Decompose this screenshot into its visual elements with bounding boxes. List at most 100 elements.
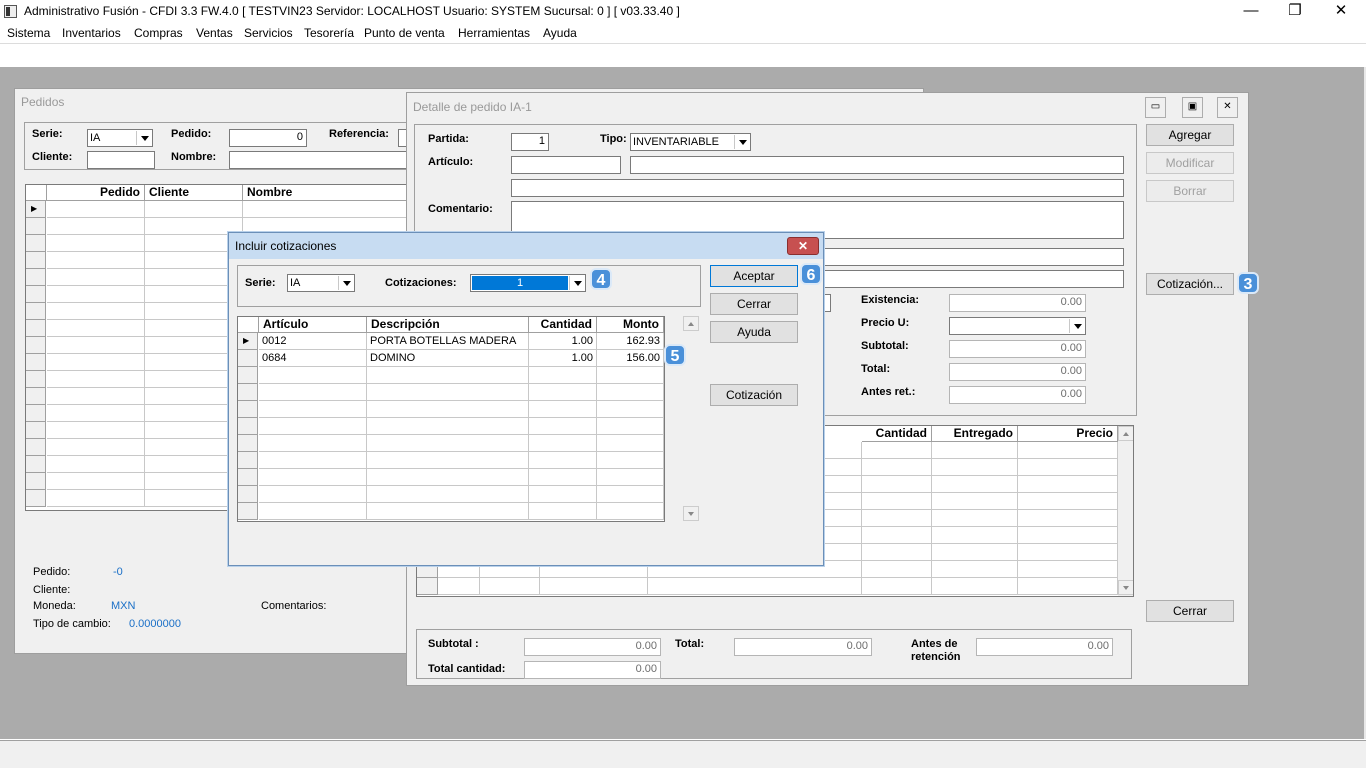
detalle-restore-button[interactable]: ▣ (1182, 97, 1203, 118)
col-cantidad[interactable]: Cantidad (862, 426, 932, 442)
table-cell[interactable] (862, 561, 932, 578)
menu-herramientas[interactable]: Herramientas (458, 26, 530, 40)
table-cell[interactable] (47, 337, 145, 354)
row-header[interactable] (417, 578, 438, 595)
table-cell[interactable] (529, 452, 597, 469)
menu-ventas[interactable]: Ventas (196, 26, 233, 40)
articulo-desc-input[interactable] (630, 156, 1124, 174)
pedido-input[interactable]: 0 (229, 129, 307, 147)
table-cell[interactable] (932, 476, 1018, 493)
row-header[interactable] (26, 303, 46, 320)
table-cell[interactable] (932, 459, 1018, 476)
menu-sistema[interactable]: Sistema (7, 26, 50, 40)
table-cell[interactable] (597, 367, 664, 384)
menu-compras[interactable]: Compras (134, 26, 183, 40)
subtotal-input[interactable]: 0.00 (949, 340, 1086, 358)
table-cell[interactable] (47, 490, 145, 507)
table-cell[interactable] (597, 503, 664, 520)
table-cell[interactable] (47, 422, 145, 439)
menu-tesoreria[interactable]: Tesorería (304, 26, 354, 40)
table-cell[interactable] (47, 201, 145, 218)
menu-inventarios[interactable]: Inventarios (62, 26, 121, 40)
table-cell[interactable] (47, 320, 145, 337)
detalle-close-button[interactable]: ✕ (1217, 97, 1238, 118)
articulo-extra-input[interactable] (511, 179, 1124, 197)
table-cell[interactable] (529, 435, 597, 452)
col-articulo[interactable]: Artículo (259, 317, 367, 333)
totals-antes-input[interactable]: 0.00 (976, 638, 1113, 656)
table-cell[interactable] (367, 367, 529, 384)
table-cell[interactable] (367, 435, 529, 452)
table-cell[interactable] (1018, 578, 1118, 595)
table-cell[interactable] (47, 354, 145, 371)
table-cell[interactable] (47, 405, 145, 422)
row-header[interactable] (238, 486, 258, 503)
close-button[interactable]: ✕ (1318, 0, 1364, 24)
articulo-code-input[interactable] (511, 156, 621, 174)
menu-punto-de-venta[interactable]: Punto de venta (364, 26, 445, 40)
col-descripcion[interactable]: Descripción (367, 317, 529, 333)
table-cell[interactable] (529, 503, 597, 520)
table-cell[interactable] (862, 527, 932, 544)
table-cell[interactable] (862, 493, 932, 510)
table-cell[interactable] (932, 510, 1018, 527)
table-cell[interactable] (597, 452, 664, 469)
row-header[interactable] (26, 320, 46, 337)
table-cell[interactable] (529, 367, 597, 384)
table-cell[interactable] (480, 578, 540, 595)
total-cantidad-input[interactable]: 0.00 (524, 661, 661, 679)
detalle-field-b[interactable] (823, 270, 1124, 288)
table-cell[interactable] (1018, 459, 1118, 476)
table-cell[interactable] (47, 286, 145, 303)
detalle-minimize-button[interactable]: ▭ (1145, 97, 1166, 118)
row-header[interactable] (26, 473, 46, 490)
cotizacion-button[interactable]: Cotización... (1146, 273, 1234, 295)
table-cell[interactable] (529, 401, 597, 418)
cotizacion-articulo-cell[interactable]: 0684 (259, 350, 367, 367)
table-cell[interactable] (862, 459, 932, 476)
table-cell[interactable] (529, 469, 597, 486)
scroll-up-icon[interactable] (683, 316, 699, 331)
modificar-button[interactable]: Modificar (1146, 152, 1234, 174)
table-cell[interactable] (47, 473, 145, 490)
detalle-field-a[interactable] (823, 248, 1124, 266)
cotizacion-descripcion-cell[interactable]: PORTA BOTELLAS MADERA (367, 333, 529, 350)
table-cell[interactable] (540, 578, 648, 595)
table-cell[interactable] (367, 486, 529, 503)
table-cell[interactable] (862, 544, 932, 561)
table-cell[interactable] (47, 388, 145, 405)
detalle-grid-scrollbar[interactable] (1118, 426, 1133, 596)
row-header[interactable] (238, 367, 258, 384)
table-cell[interactable] (367, 384, 529, 401)
table-cell[interactable] (259, 435, 367, 452)
table-cell[interactable] (367, 401, 529, 418)
row-header[interactable] (238, 452, 258, 469)
table-cell[interactable] (529, 486, 597, 503)
col-precio[interactable]: Precio (1018, 426, 1118, 442)
cotizacion-monto-cell[interactable]: 162.93 (597, 333, 664, 350)
row-header[interactable] (26, 269, 46, 286)
scroll-down-icon[interactable] (683, 506, 699, 521)
table-cell[interactable] (259, 503, 367, 520)
row-header[interactable] (26, 218, 46, 235)
row-header[interactable] (26, 337, 46, 354)
row-header[interactable] (238, 350, 258, 367)
table-cell[interactable] (259, 452, 367, 469)
table-cell[interactable] (259, 486, 367, 503)
table-cell[interactable] (47, 439, 145, 456)
table-cell[interactable] (932, 493, 1018, 510)
minimize-button[interactable]: — (1228, 0, 1274, 24)
table-cell[interactable] (597, 486, 664, 503)
table-cell[interactable] (47, 218, 145, 235)
row-header[interactable] (26, 252, 46, 269)
table-cell[interactable] (1018, 510, 1118, 527)
table-cell[interactable] (367, 469, 529, 486)
table-cell[interactable] (932, 527, 1018, 544)
chevron-down-icon[interactable] (734, 135, 749, 149)
cotizacion-monto-cell[interactable]: 156.00 (597, 350, 664, 367)
table-cell[interactable] (438, 578, 480, 595)
table-cell[interactable] (1018, 544, 1118, 561)
row-selector-arrow-icon[interactable]: ▶ (26, 201, 46, 218)
totals-total-input[interactable]: 0.00 (734, 638, 872, 656)
table-cell[interactable] (47, 371, 145, 388)
